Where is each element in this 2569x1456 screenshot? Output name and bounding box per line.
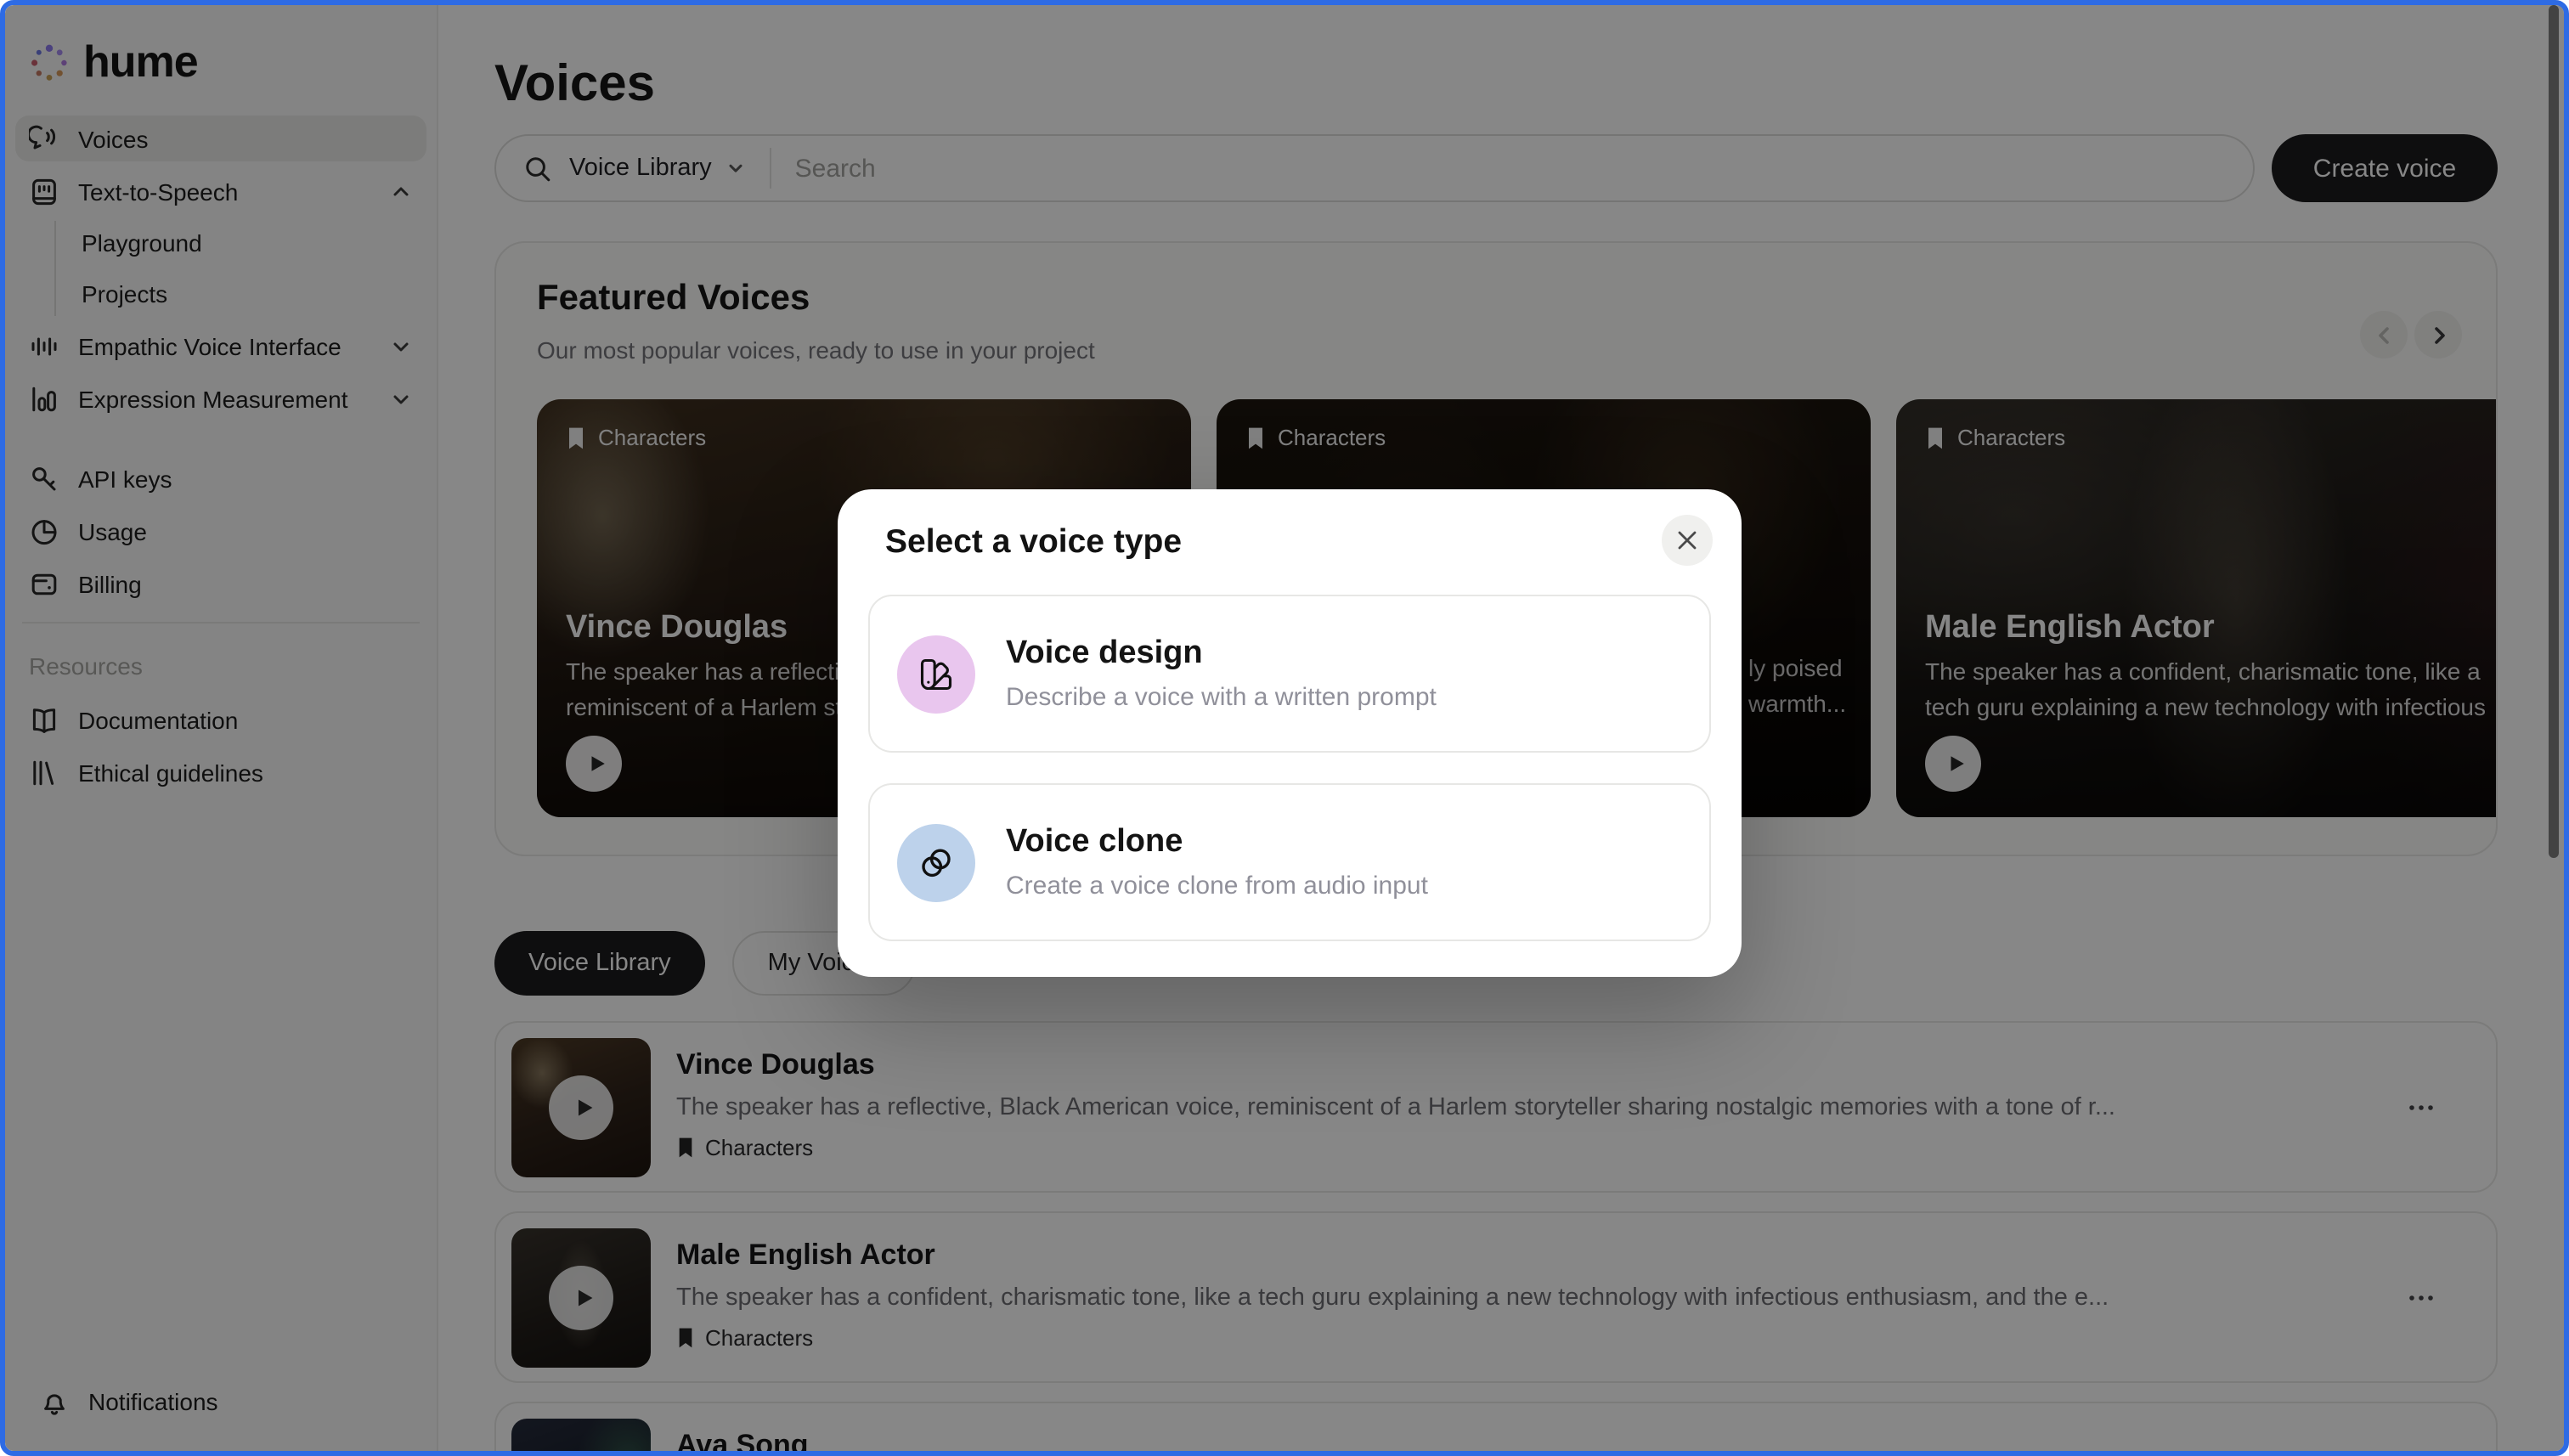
voice-type-modal: Select a voice type Voice design Describ… [838,489,1742,977]
close-icon[interactable] [1662,515,1713,566]
voice-clone-option[interactable]: Voice clone Create a voice clone from au… [868,783,1711,941]
voice-design-icon [897,635,975,713]
voice-design-option[interactable]: Voice design Describe a voice with a wri… [868,595,1711,753]
modal-title: Select a voice type [885,523,1182,562]
voice-clone-icon [897,823,975,901]
option-title: Voice clone [1006,824,1428,861]
option-subtitle: Describe a voice with a written prompt [1006,683,1437,712]
vertical-scrollbar[interactable] [2549,5,2559,858]
option-title: Voice design [1006,635,1437,673]
option-subtitle: Create a voice clone from audio input [1006,872,1428,900]
app-window: hume Voices [0,0,2569,1456]
